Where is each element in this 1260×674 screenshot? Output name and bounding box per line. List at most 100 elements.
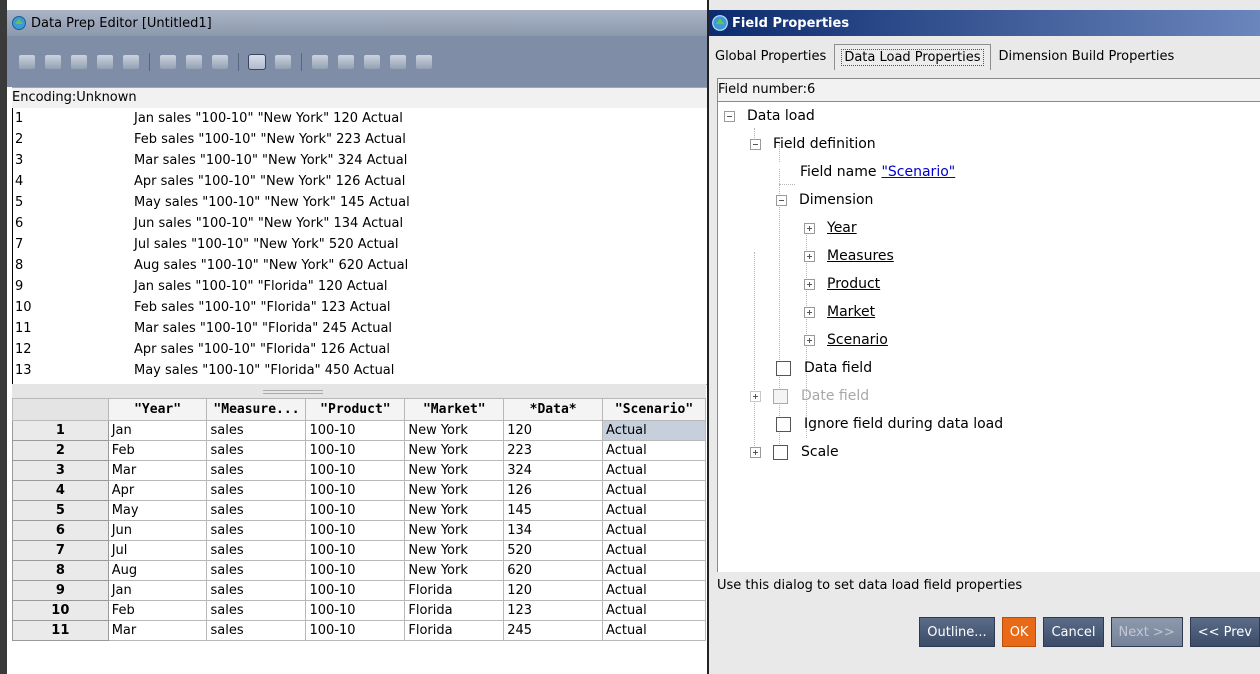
raw-line[interactable]: 7 Jul sales "100-10" "New York" 520 Actua… [13,234,707,255]
row-header[interactable]: 5 [12,500,109,521]
row-header[interactable]: 9 [12,580,109,601]
text-icon[interactable] [123,54,139,69]
row-header[interactable]: 1 [12,420,109,441]
table-cell[interactable]: sales [206,420,307,441]
row-header[interactable]: 6 [12,520,109,541]
table-cell[interactable]: Actual [602,600,706,621]
column-header[interactable]: "Market" [404,398,505,421]
data-grid[interactable]: "Year" "Measure... "Product" "Market" *Data*… [12,398,706,674]
tree-node-ignore-field[interactable]: Ignore field during data load [776,410,1003,438]
raw-line[interactable]: 10 Feb sales "100-10" "Florida" 123 Actua… [13,297,707,318]
table-row[interactable]: 3 Mar sales 100-10 New York 324 Actual [12,460,706,481]
table-cell[interactable]: Actual [602,500,706,521]
row-header[interactable]: 11 [12,620,109,641]
tree-node-dim-year[interactable]: Year [804,214,857,242]
tree-node-data-load[interactable]: Data load [724,102,815,130]
props-title-bar[interactable]: Field Properties [709,10,1260,36]
edit-icon[interactable] [160,54,176,69]
table-cell[interactable]: 120 [503,420,604,441]
raw-line[interactable]: 2 Feb sales "100-10" "New York" 223 Actua… [13,129,707,150]
table-cell[interactable]: sales [206,600,307,621]
row-header[interactable]: 3 [12,460,109,481]
expand-icon[interactable] [804,334,815,346]
table-cell[interactable]: Actual [602,580,706,601]
expand-icon[interactable] [804,222,815,234]
rename-icon[interactable] [390,54,406,69]
table-cell[interactable]: 245 [503,620,604,641]
dimension-label[interactable]: Product [827,270,880,298]
delete-icon[interactable] [212,54,228,69]
open-icon[interactable] [19,54,35,69]
table-cell[interactable]: New York [404,420,505,441]
table-cell[interactable]: New York [404,540,505,561]
collapse-icon[interactable] [750,138,761,150]
raw-line[interactable]: 6 Jun sales "100-10" "New York" 134 Actua… [13,213,707,234]
pane-splitter[interactable] [12,384,706,398]
property-tree[interactable]: Data load Field definition Field name "S… [718,102,1260,572]
column-header[interactable]: "Measure... [206,398,307,421]
table-row[interactable]: 9 Jan sales 100-10 Florida 120 Actual [12,580,706,601]
split-icon[interactable] [416,54,432,69]
table-cell[interactable]: sales [206,560,307,581]
table-cell[interactable]: New York [404,440,505,461]
filter-icon[interactable] [71,54,87,69]
ok-button[interactable]: OK [1001,617,1037,647]
table-cell[interactable]: May [107,500,208,521]
edit-field-icon[interactable] [275,54,291,69]
table-cell[interactable]: 120 [503,580,604,601]
table-row[interactable]: 8 Aug sales 100-10 New York 620 Actual [12,560,706,581]
table-cell[interactable]: Mar [107,620,208,641]
tab-data-load-properties[interactable]: Data Load Properties [834,44,991,70]
table-cell[interactable]: 324 [503,460,604,481]
raw-line[interactable]: 1 Jan sales "100-10" "New York" 120 Actua… [13,108,707,129]
editor-title-bar[interactable]: Data Prep Editor [Untitled1] [7,10,707,36]
table-row[interactable]: 6 Jun sales 100-10 New York 134 Actual [12,520,706,541]
prev-button[interactable]: << Prev [1189,617,1260,647]
raw-line[interactable]: 12 Apr sales "100-10" "Florida" 126 Actua… [13,339,707,360]
tree-node-dimension[interactable]: Dimension [776,186,873,214]
tree-node-dim-product[interactable]: Product [804,270,880,298]
row-header[interactable]: 7 [12,540,109,561]
tree-node-dim-scenario[interactable]: Scenario [804,326,888,354]
table-cell[interactable]: 100-10 [305,520,406,541]
tree-node-dim-market[interactable]: Market [804,298,875,326]
cancel-button[interactable]: Cancel [1043,617,1104,647]
table-cell[interactable]: sales [206,440,307,461]
add-icon[interactable] [97,54,113,69]
table-cell[interactable]: 100-10 [305,580,406,601]
raw-line[interactable]: 3 Mar sales "100-10" "New York" 324 Actua… [13,150,707,171]
dimension-label[interactable]: Measures [827,242,894,270]
tab-global-properties[interactable]: Global Properties [709,44,832,70]
table-cell[interactable]: sales [206,480,307,501]
row-header[interactable]: 10 [12,600,109,621]
table-cell[interactable]: Jul [107,540,208,561]
table-cell[interactable]: 100-10 [305,620,406,641]
table-cell[interactable]: Actual [602,620,706,641]
expand-icon[interactable] [804,278,815,290]
ignore-field-checkbox[interactable] [776,416,791,432]
collapse-icon[interactable] [776,194,787,206]
move-icon[interactable] [364,54,380,69]
scale-checkbox[interactable] [773,444,788,460]
data-field-checkbox[interactable] [776,360,791,376]
expand-icon[interactable] [804,306,815,318]
table-cell[interactable]: 100-10 [305,600,406,621]
row-header[interactable]: 8 [12,560,109,581]
table-cell[interactable]: New York [404,460,505,481]
table-row[interactable]: 5 May sales 100-10 New York 145 Actual [12,500,706,521]
table-cell[interactable]: 100-10 [305,480,406,501]
table-cell[interactable]: 126 [503,480,604,501]
table-cell[interactable]: Aug [107,560,208,581]
column-header[interactable]: "Year" [107,398,208,421]
row-header[interactable]: 4 [12,480,109,501]
column-header[interactable]: "Scenario" [602,398,706,421]
table-cell[interactable]: Actual [602,560,706,581]
table-cell[interactable]: Florida [404,600,505,621]
table-row[interactable]: 2 Feb sales 100-10 New York 223 Actual [12,440,706,461]
table-cell[interactable]: New York [404,500,505,521]
raw-line[interactable]: 13 May sales "100-10" "Florida" 450 Actua… [13,360,707,381]
table-cell[interactable]: New York [404,560,505,581]
table-cell[interactable]: sales [206,540,307,561]
tree-node-data-field[interactable]: Data field [776,354,872,382]
table-row[interactable]: 7 Jul sales 100-10 New York 520 Actual [12,540,706,561]
